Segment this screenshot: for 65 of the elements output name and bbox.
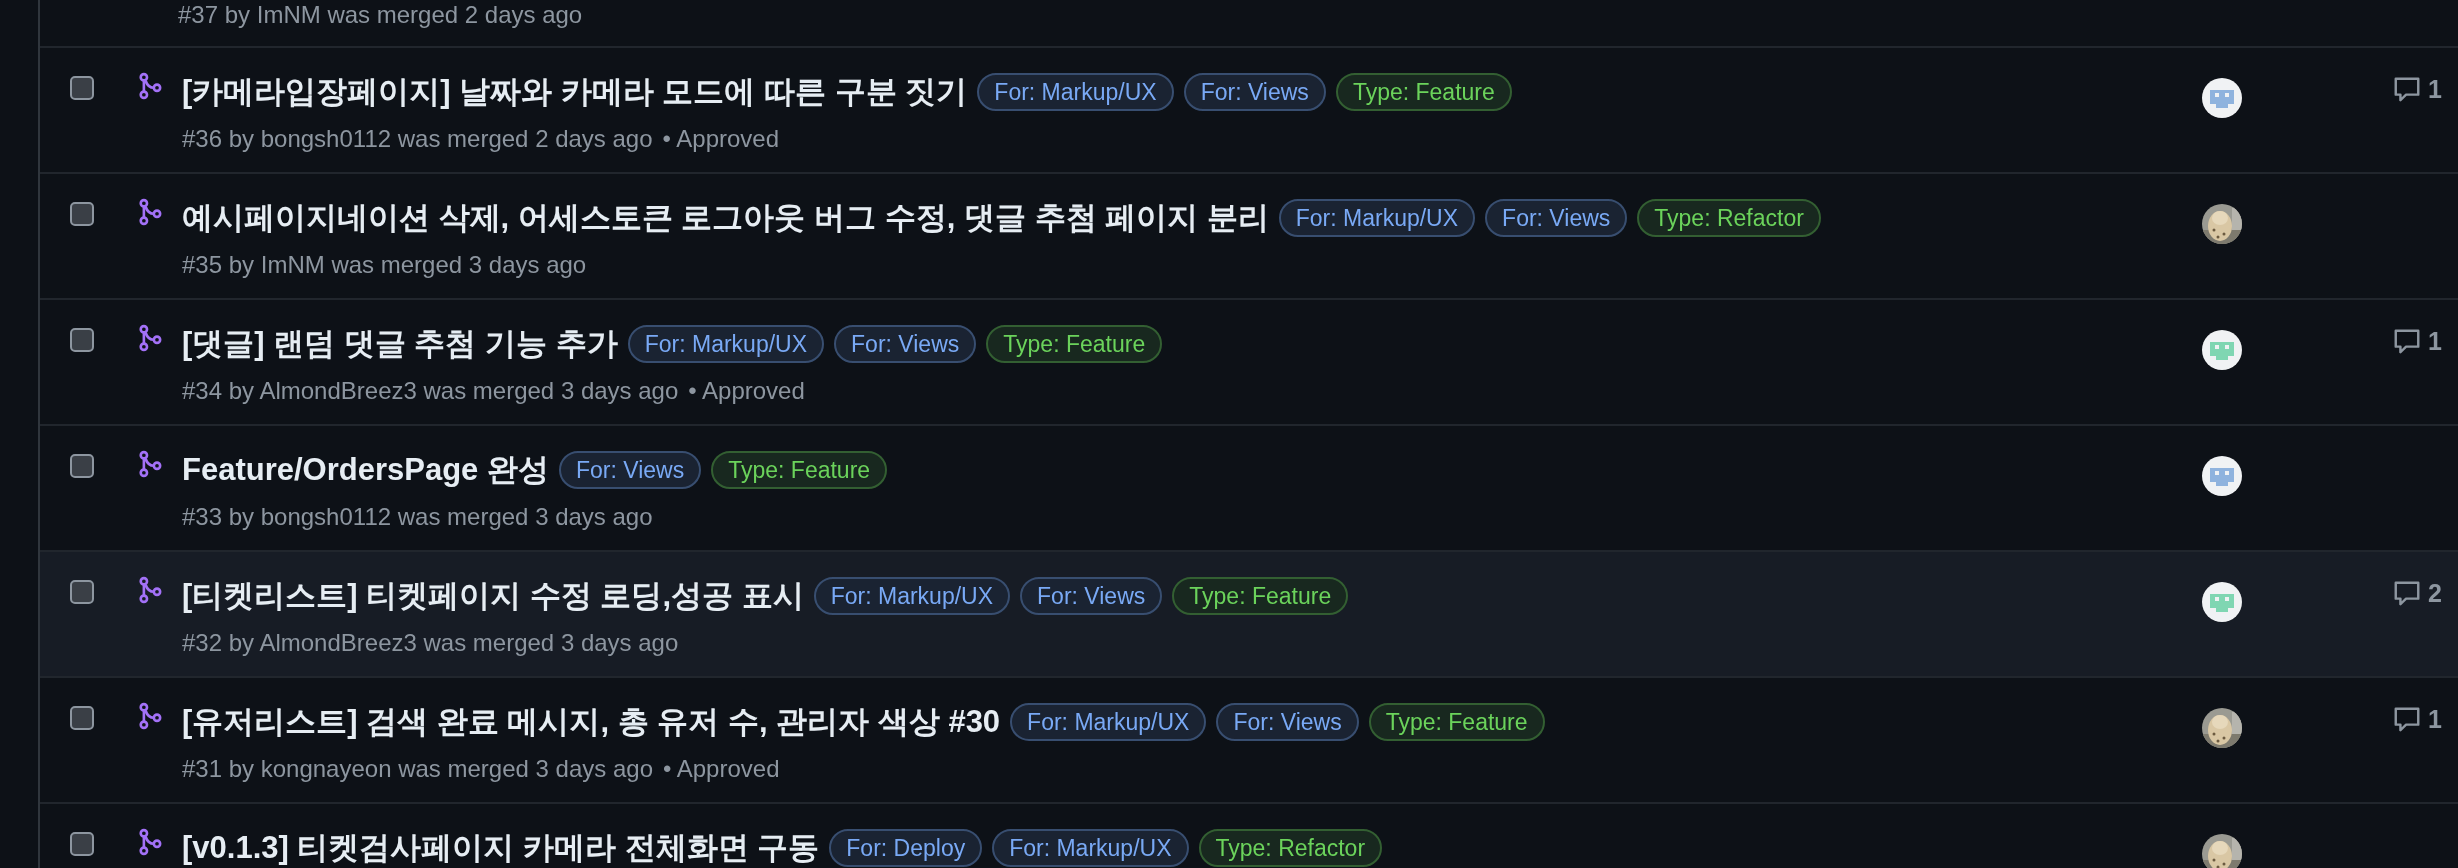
merge-icon	[136, 324, 164, 352]
pr-row[interactable]: [v0.1.3] 티켓검사페이지 카메라 전체화면 구동 For: Deploy For: Markup/UX Type: Refactor	[40, 804, 2458, 868]
checkbox[interactable]	[70, 580, 94, 604]
avatar-icon[interactable]	[2202, 456, 2242, 496]
pr-title-link[interactable]: Feature/OrdersPage 완성	[182, 450, 549, 490]
checkbox[interactable]	[70, 328, 94, 352]
pr-title-link[interactable]: [카메라입장페이지] 날짜와 카메라 모드에 따른 구분 짓기	[182, 72, 968, 112]
pr-meta: #35 by ImNM was merged 3 days ago	[182, 250, 587, 280]
checkbox[interactable]	[70, 202, 94, 226]
comment-count[interactable]: 1	[2428, 704, 2442, 734]
review-status: • Approved	[688, 376, 805, 406]
label-tag[interactable]: Type: Feature	[1335, 73, 1512, 111]
pr-meta: #34 by AlmondBreez3 was merged 3 days ago	[182, 376, 679, 406]
pr-meta: #32 by AlmondBreez3 was merged 3 days ago	[182, 628, 679, 658]
label-tag[interactable]: For: Views	[1020, 577, 1163, 615]
avatar-icon[interactable]	[2202, 582, 2242, 622]
label-tag[interactable]: Type: Refactor	[1637, 199, 1821, 237]
label-tag[interactable]: Type: Feature	[1172, 577, 1349, 615]
label-tag[interactable]: For: Markup/UX	[813, 577, 1011, 615]
comment-count[interactable]: 1	[2428, 326, 2442, 356]
pr-row[interactable]: 예시페이지네이션 삭제, 어세스토큰 로그아웃 버그 수정, 댓글 추첨 페이지 분리 For: Markup/UX For: Views Type: Refactor #35 by ImNM was merged 3 days ago	[40, 174, 2458, 300]
comment-count[interactable]: 1	[2428, 74, 2442, 104]
pr-meta: #33 by bongsh0112 was merged 3 days ago	[182, 502, 653, 532]
avatar-icon[interactable]	[2202, 78, 2242, 118]
label-tag[interactable]: For: Views	[1216, 703, 1359, 741]
pr-row[interactable]: [카메라입장페이지] 날짜와 카메라 모드에 따른 구분 짓기 For: Markup/UX For: Views Type: Feature #36 by bongsh0112 was merged 2 days ago • Approved 1	[40, 48, 2458, 174]
pr-title-link[interactable]: 예시페이지네이션 삭제, 어세스토큰 로그아웃 버그 수정, 댓글 추첨 페이지 분리	[182, 198, 1269, 238]
pr-meta: #37 by ImNM was merged 2 days ago	[178, 0, 583, 30]
review-status: • Approved	[663, 754, 780, 784]
label-tag[interactable]: For: Markup/UX	[977, 73, 1174, 111]
pr-row[interactable]: [유저리스트] 검색 완료 메시지, 총 유저 수, 관리자 색상 #30 For: Markup/UX For: Views Type: Feature #31 by kongnayeon was merged 3 days ago • Approved 1	[40, 678, 2458, 804]
pr-title-link[interactable]: [v0.1.3] 티켓검사페이지 카메라 전체화면 구동	[182, 828, 820, 868]
pr-title-link[interactable]: [유저리스트] 검색 완료 메시지, 총 유저 수, 관리자 색상 #30	[182, 702, 1001, 742]
label-tag[interactable]: For: Markup/UX	[992, 829, 1189, 867]
label-tag[interactable]: For: Views	[1183, 73, 1326, 111]
merge-icon	[136, 702, 164, 730]
merge-icon	[136, 828, 164, 856]
label-tag[interactable]: Type: Feature	[986, 325, 1163, 363]
label-tag[interactable]: For: Markup/UX	[1010, 703, 1207, 741]
label-tag[interactable]: For: Markup/UX	[1278, 199, 1476, 237]
avatar-icon[interactable]	[2202, 330, 2242, 370]
label-tag[interactable]: Type: Feature	[1368, 703, 1545, 741]
label-tag[interactable]: For: Markup/UX	[627, 325, 825, 363]
comment-count[interactable]: 2	[2428, 578, 2442, 608]
merge-icon	[136, 198, 164, 226]
label-tag[interactable]: For: Views	[834, 325, 977, 363]
checkbox[interactable]	[70, 832, 94, 856]
pr-meta: #36 by bongsh0112 was merged 2 days ago	[182, 124, 653, 154]
pr-row[interactable]: [티켓리스트] 티켓페이지 수정 로딩,성공 표시 For: Markup/UX For: Views Type: Feature #32 by AlmondBreez3 was merged 3 days ago 2	[40, 552, 2458, 678]
label-tag[interactable]: For: Deploy	[829, 829, 983, 867]
label-tag[interactable]: For: Views	[1485, 199, 1628, 237]
checkbox[interactable]	[70, 706, 94, 730]
pr-title-link[interactable]: [티켓리스트] 티켓페이지 수정 로딩,성공 표시	[182, 576, 804, 616]
merge-icon	[136, 450, 164, 478]
merge-icon	[136, 72, 164, 100]
pr-meta: #31 by kongnayeon was merged 3 days ago	[182, 754, 653, 784]
label-tag[interactable]: Type: Feature	[711, 451, 888, 489]
review-status: • Approved	[662, 124, 780, 154]
label-tag[interactable]: For: Views	[558, 451, 702, 489]
pr-row[interactable]: [댓글] 랜덤 댓글 추첨 기능 추가 For: Markup/UX For: Views Type: Feature #34 by AlmondBreez3 was merged 3 days ago • Approved 1	[40, 300, 2458, 426]
checkbox[interactable]	[70, 76, 94, 100]
checkbox[interactable]	[70, 454, 94, 478]
label-tag[interactable]: Type: Refactor	[1198, 829, 1383, 867]
pr-title-link[interactable]: [댓글] 랜덤 댓글 추첨 기능 추가	[182, 324, 618, 364]
merge-icon	[136, 576, 164, 604]
